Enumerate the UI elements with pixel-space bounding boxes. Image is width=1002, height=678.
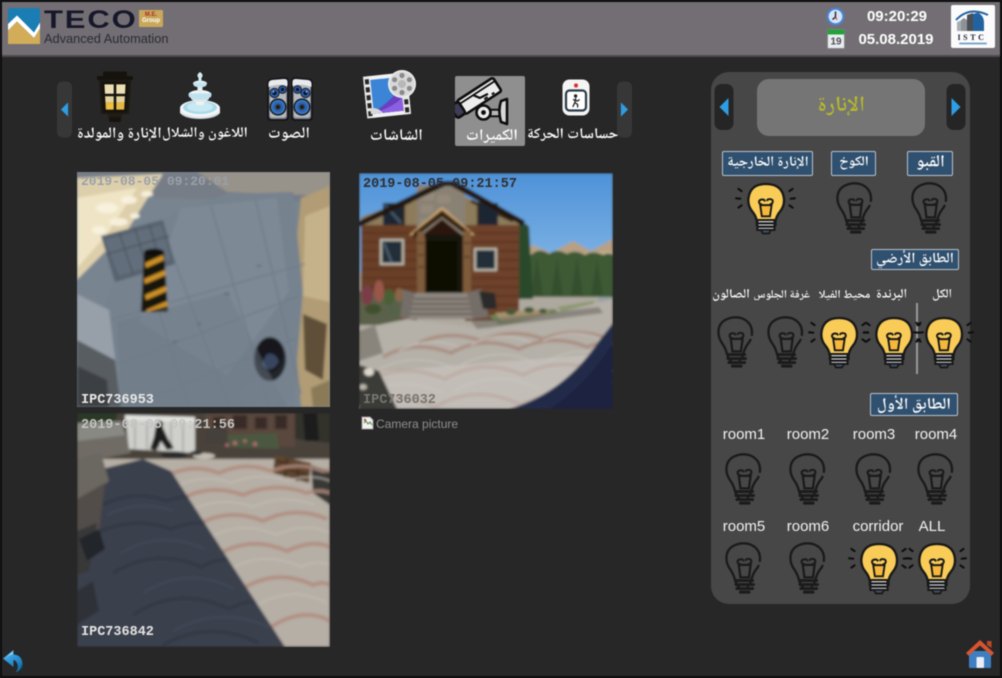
svg-text:ISTC: ISTC (957, 33, 986, 42)
svg-text:2019-08-05 09:20:01: 2019-08-05 09:20:01 (81, 174, 229, 189)
svg-text:2019-08-05 09:21:56: 2019-08-05 09:21:56 (81, 418, 235, 433)
svg-text:2019-08-05 09:21:57: 2019-08-05 09:21:57 (363, 177, 517, 192)
svg-text:19: 19 (830, 37, 842, 48)
svg-text:IPC736842: IPC736842 (81, 625, 154, 640)
svg-text:IPC736953: IPC736953 (81, 393, 154, 407)
svg-text:IPC736032: IPC736032 (363, 393, 436, 408)
